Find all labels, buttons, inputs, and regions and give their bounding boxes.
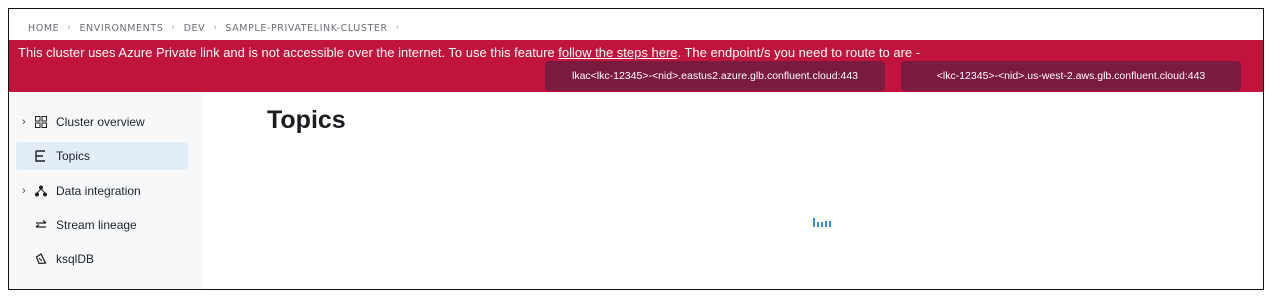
breadcrumb-separator: › — [395, 23, 400, 33]
aws-endpoint-chip[interactable]: <lkc-12345>-<nid>.us-west-2.aws.glb.conf… — [901, 61, 1241, 91]
sidebar-item-ksqldb[interactable]: ksqlDB — [16, 245, 188, 273]
breadcrumb-separator: › — [171, 23, 176, 33]
sidebar-item-label: Cluster overview — [56, 115, 145, 129]
sidebar-item-topics[interactable]: Topics — [16, 142, 188, 170]
breadcrumb-separator: › — [67, 23, 72, 33]
breadcrumb: HOME › ENVIRONMENTS › DEV › SAMPLE-PRIVA… — [28, 20, 408, 36]
private-link-warning-banner: This cluster uses Azure Private link and… — [9, 40, 1263, 92]
sidebar-item-label: Topics — [56, 149, 91, 163]
ksqldb-icon — [34, 252, 48, 266]
grid-icon — [34, 115, 48, 129]
app-window: HOME › ENVIRONMENTS › DEV › SAMPLE-PRIVA… — [8, 8, 1264, 290]
sidebar-item-cluster-overview[interactable]: › Cluster overview — [16, 108, 188, 136]
sidebar-item-label: ksqlDB — [56, 252, 95, 266]
lineage-icon — [34, 218, 48, 232]
chevron-right-icon[interactable]: › — [22, 185, 32, 197]
breadcrumb-dev[interactable]: DEV — [184, 23, 206, 34]
chevron-right-icon[interactable]: › — [22, 116, 32, 128]
sidebar: › Cluster overview Topics › Data integra… — [9, 93, 202, 289]
sidebar-item-label: Stream lineage — [56, 218, 137, 232]
sidebar-item-stream-lineage[interactable]: Stream lineage — [16, 211, 188, 239]
connector-icon — [34, 184, 48, 198]
follow-steps-link[interactable]: follow the steps here — [558, 45, 677, 60]
breadcrumb-separator: › — [213, 23, 218, 33]
breadcrumb-cluster[interactable]: SAMPLE-PRIVATELINK-CLUSTER — [225, 23, 387, 34]
sidebar-item-label: Data integration — [56, 184, 141, 198]
azure-endpoint-chip[interactable]: lkac<lkc-12345>-<nid>.eastus2.azure.glb.… — [545, 61, 885, 91]
banner-message: This cluster uses Azure Private link and… — [18, 45, 920, 60]
sidebar-item-data-integration[interactable]: › Data integration — [16, 177, 188, 205]
breadcrumb-environments[interactable]: ENVIRONMENTS — [79, 23, 163, 34]
breadcrumb-home[interactable]: HOME — [28, 23, 59, 34]
banner-text-end: . The endpoint/s you need to route to ar… — [677, 45, 921, 60]
page-title: Topics — [267, 106, 346, 134]
topics-icon — [34, 149, 48, 163]
loading-spinner — [813, 218, 831, 227]
banner-text: This cluster uses Azure Private link and… — [18, 45, 559, 60]
